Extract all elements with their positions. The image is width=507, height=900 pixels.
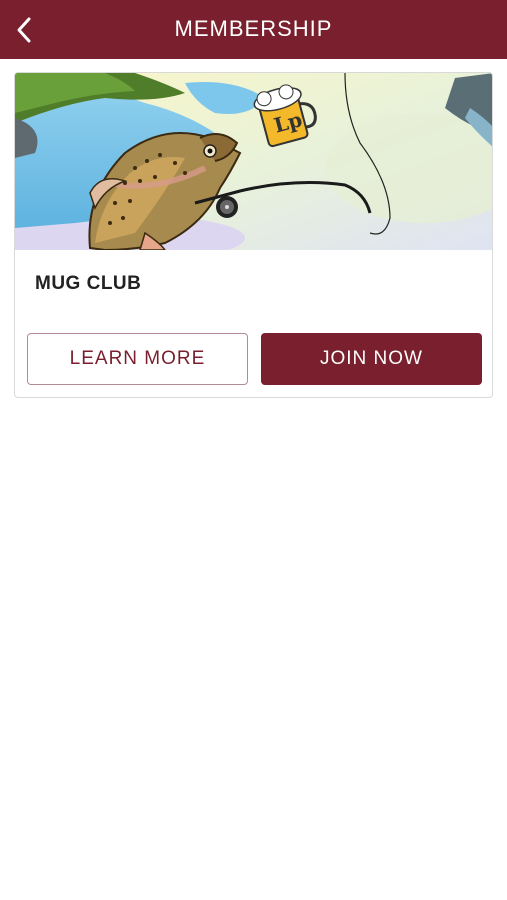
membership-hero-image: Lp xyxy=(15,73,492,250)
membership-title: MUG CLUB xyxy=(35,273,142,294)
learn-more-button[interactable]: LEARN MORE xyxy=(27,333,248,385)
membership-card: Lp MUG CLUB LEARN MORE JOIN NOW xyxy=(14,72,493,398)
app-header: MEMBERSHIP xyxy=(0,0,507,59)
join-now-button[interactable]: JOIN NOW xyxy=(261,333,482,385)
page-title: MEMBERSHIP xyxy=(174,16,333,41)
